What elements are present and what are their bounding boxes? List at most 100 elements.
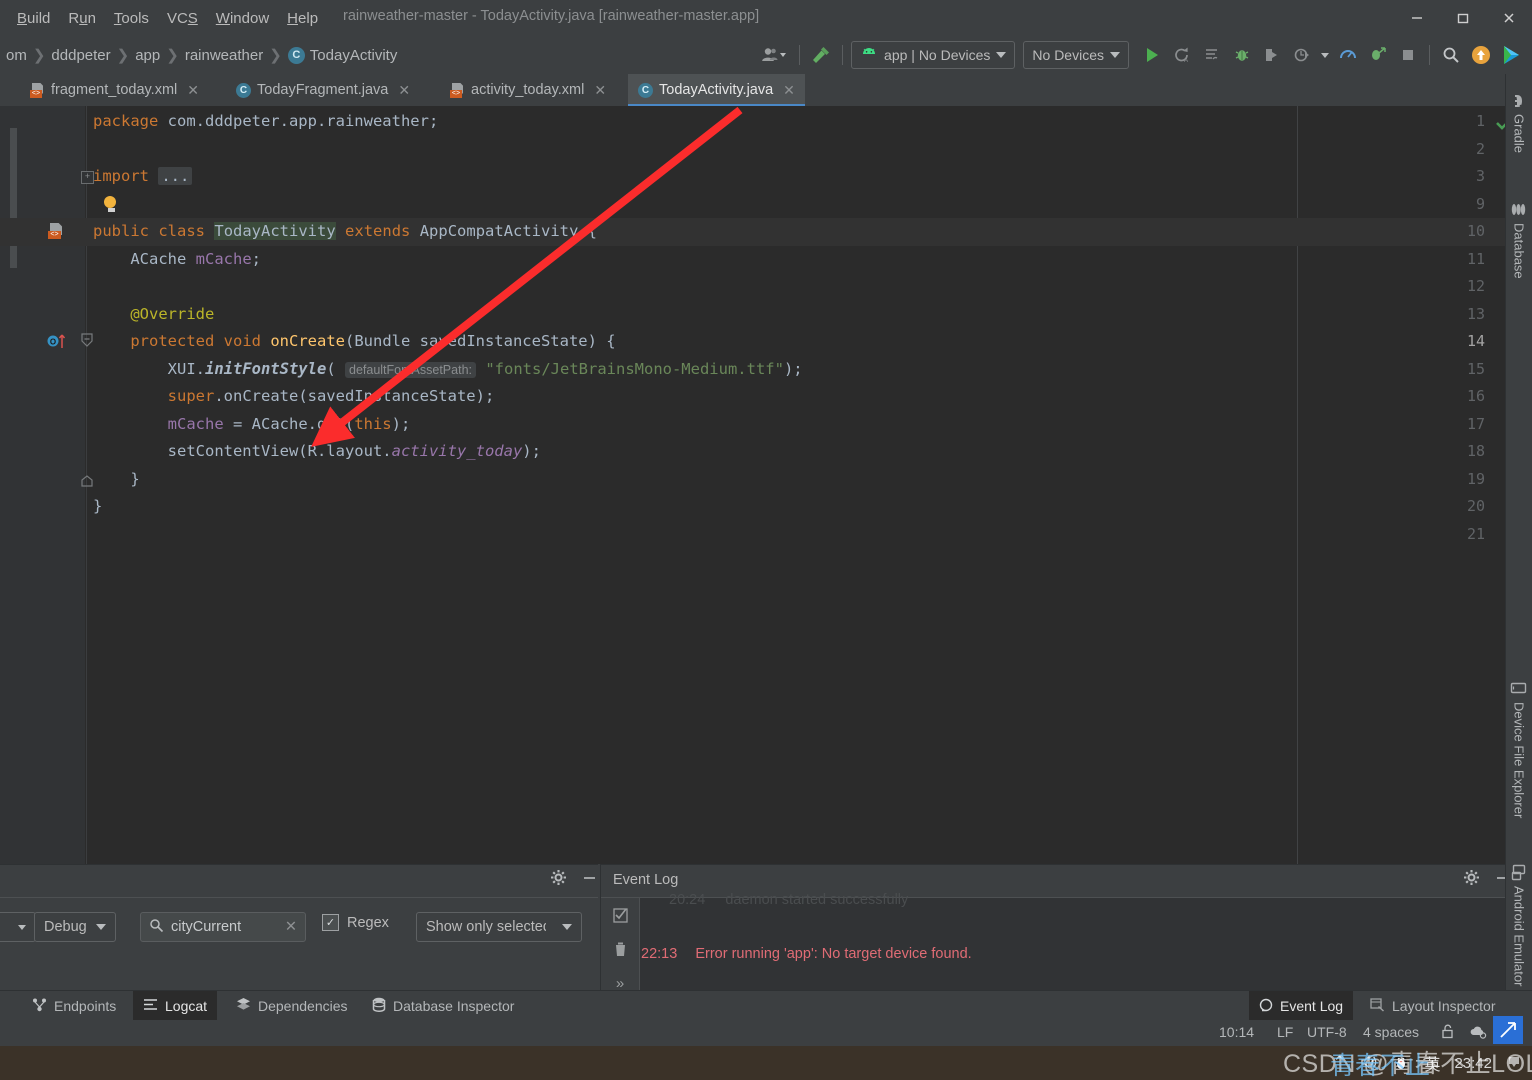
caret-position[interactable]: 10:14 <box>1219 1024 1254 1040</box>
tool-window-android-emulator[interactable]: Android Emulator <box>1506 859 1532 986</box>
code-line-16[interactable]: 16 super.onCreate(savedInstanceState); <box>0 383 1532 411</box>
code-fold-end-icon[interactable] <box>81 474 93 487</box>
code-line-11[interactable]: 11 ACache mCache; <box>0 246 1532 274</box>
related-xml-gutter-icon[interactable]: <> <box>48 223 64 239</box>
code-line-1[interactable]: 1 package com.dddpeter.app.rainweather; <box>0 108 1532 136</box>
close-button[interactable] <box>1486 0 1532 36</box>
breadcrumb-item-0[interactable]: om <box>0 47 33 64</box>
event-log-body[interactable]: » 20:24 daemon started successfully 22:1… <box>601 892 1532 1006</box>
hammer-icon[interactable] <box>806 40 836 70</box>
code-line-2[interactable]: 2 <box>0 136 1532 164</box>
menu-item-tools[interactable]: Tools <box>105 7 158 30</box>
process-select[interactable] <box>0 912 36 942</box>
tool-window-device-file-explorer[interactable]: Device File Explorer <box>1506 674 1532 818</box>
profiler-icon[interactable] <box>1333 40 1363 70</box>
breadcrumb-separator: ❯ <box>269 47 282 64</box>
code-line-10[interactable]: 10 <> public class TodayActivity extends… <box>0 218 1532 246</box>
search-everywhere-icon[interactable] <box>1436 40 1466 70</box>
android-studio-window: Build Run Tools VCS Window Help rainweat… <box>0 0 1532 1080</box>
breadcrumb-item-3[interactable]: rainweather <box>179 47 269 64</box>
event-log-entry-0: 20:24 daemon started successfully <box>669 892 908 908</box>
code-line-12[interactable]: 12 <box>0 273 1532 301</box>
apply-changes-icon[interactable] <box>1197 40 1227 70</box>
logcat-search-input[interactable]: cityCurrent ✕ <box>140 912 306 942</box>
tool-window-event-log[interactable]: Event Log <box>1249 991 1354 1021</box>
code-line-14[interactable]: 14 O protected void onCreate(Bundle save… <box>0 328 1532 356</box>
close-icon[interactable]: ✕ <box>187 82 199 99</box>
tab-activity-today-xml[interactable]: <> activity_today.xml ✕ <box>440 74 616 106</box>
code-editor[interactable]: 1 package com.dddpeter.app.rainweather; … <box>0 106 1532 864</box>
unlocked-icon[interactable] <box>1441 1024 1455 1042</box>
menu-item-help[interactable]: Help <box>278 7 327 30</box>
close-icon[interactable]: ✕ <box>594 82 606 99</box>
database-inspector-icon <box>372 997 386 1015</box>
maximize-button[interactable] <box>1440 0 1486 36</box>
code-line-18[interactable]: 18 setContentView(R.layout.activity_toda… <box>0 438 1532 466</box>
tool-window-endpoints[interactable]: Endpoints <box>22 991 126 1021</box>
menu-item-vcs[interactable]: VCS <box>158 7 207 30</box>
clear-search-icon[interactable]: ✕ <box>285 919 297 935</box>
code-line-19[interactable]: 19 } <box>0 466 1532 494</box>
regex-checkbox[interactable]: ✓ Regex <box>322 914 389 931</box>
trash-icon[interactable] <box>601 932 639 966</box>
minimize-icon[interactable] <box>581 869 598 891</box>
coverage-icon[interactable] <box>1363 40 1393 70</box>
intention-bulb-icon[interactable] <box>104 195 118 212</box>
profile-icon[interactable] <box>1287 40 1317 70</box>
close-icon[interactable]: ✕ <box>398 82 410 99</box>
tab-todayfragment-java[interactable]: C TodayFragment.java ✕ <box>226 74 420 106</box>
run-configuration-select[interactable]: app | No Devices <box>851 41 1016 69</box>
code-line-9[interactable]: 9 <box>0 191 1532 219</box>
tool-window-database[interactable]: Database <box>1506 196 1532 279</box>
rerun-icon[interactable]: A <box>1167 40 1197 70</box>
tool-window-layout-inspector[interactable]: Layout Inspector <box>1360 991 1506 1021</box>
logcat-filter-select[interactable]: Show only selected <box>416 912 582 942</box>
endpoints-icon <box>32 997 47 1015</box>
overriding-method-icon[interactable]: O <box>47 332 67 350</box>
avd-manager-icon[interactable] <box>1496 40 1526 70</box>
tray-highlight-icon[interactable] <box>1493 1016 1523 1044</box>
code-line-15[interactable]: 15 XUI.initFontStyle( defaultFontAssetPa… <box>0 356 1532 384</box>
code-line-21[interactable]: 21 <box>0 521 1532 549</box>
breadcrumb-item-4[interactable]: C TodayActivity <box>282 46 404 64</box>
line-separator[interactable]: LF <box>1277 1024 1293 1040</box>
user-avatar-icon[interactable] <box>755 40 793 70</box>
device-select[interactable]: No Devices <box>1023 41 1129 69</box>
attach-debugger-icon[interactable] <box>1257 40 1287 70</box>
debug-icon[interactable] <box>1227 40 1257 70</box>
tab-todayactivity-java[interactable]: C TodayActivity.java ✕ <box>628 74 805 106</box>
gear-icon[interactable] <box>1463 869 1480 891</box>
code-line-3[interactable]: 3 + import ... <box>0 163 1532 191</box>
cloud-sync-icon[interactable] <box>1469 1024 1487 1042</box>
mark-all-read-icon[interactable] <box>601 898 639 932</box>
code-line-20[interactable]: 20 } <box>0 493 1532 521</box>
update-icon[interactable] <box>1466 40 1496 70</box>
file-encoding[interactable]: UTF-8 <box>1307 1024 1347 1040</box>
breadcrumb-item-1[interactable]: dddpeter <box>45 47 116 64</box>
indent-setting[interactable]: 4 spaces <box>1363 1024 1419 1040</box>
tool-window-logcat[interactable]: Logcat <box>133 991 218 1021</box>
tab-fragment-today-xml[interactable]: <> fragment_today.xml ✕ <box>20 74 209 106</box>
menu-item-build[interactable]: Build <box>8 7 59 30</box>
code-fold-icon[interactable] <box>81 333 93 349</box>
tool-window-label: Dependencies <box>258 998 348 1014</box>
tool-window-database-inspector[interactable]: Database Inspector <box>362 991 524 1021</box>
close-icon[interactable]: ✕ <box>783 82 795 99</box>
tool-window-dependencies[interactable]: Dependencies <box>226 991 358 1021</box>
breadcrumb-item-2[interactable]: app <box>129 47 166 64</box>
log-level-select[interactable]: Debug <box>34 912 116 942</box>
run-button[interactable] <box>1137 40 1167 70</box>
search-icon <box>149 918 164 937</box>
menu-item-window[interactable]: Window <box>207 7 278 30</box>
menu-item-run[interactable]: Run <box>59 7 105 30</box>
code-text: } <box>93 497 103 515</box>
code-text: setContentView(R.layout.activity_today); <box>167 442 541 460</box>
code-line-17[interactable]: 17 mCache = ACache.get(this); <box>0 411 1532 439</box>
tool-window-gradle[interactable]: Gradle <box>1506 88 1532 153</box>
code-line-13[interactable]: 13 @Override <box>0 301 1532 329</box>
minimize-button[interactable] <box>1394 0 1440 36</box>
stop-icon[interactable] <box>1393 40 1423 70</box>
gear-icon[interactable] <box>550 869 567 891</box>
chevron-down-icon[interactable] <box>1317 40 1333 70</box>
menu-bar: Build Run Tools VCS Window Help <box>0 7 327 30</box>
